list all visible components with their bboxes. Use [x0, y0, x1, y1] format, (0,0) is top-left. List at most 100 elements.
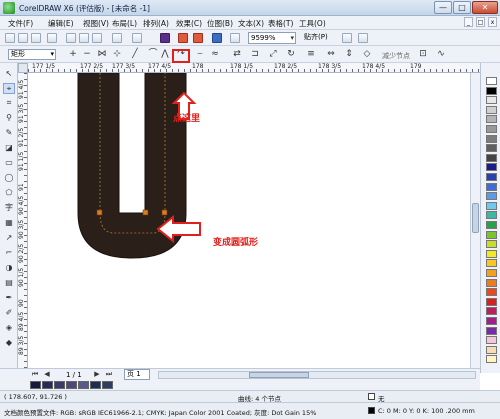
vertical-scroll-thumb[interactable] [472, 203, 479, 233]
crop-tool-icon[interactable]: ⌗ [3, 98, 15, 109]
to-curve-icon[interactable]: ⌒ [148, 50, 158, 60]
paste-icon[interactable] [92, 33, 102, 43]
select-all-nodes-icon[interactable]: ⊡ [418, 50, 428, 60]
document-color-swatch[interactable] [78, 381, 89, 389]
rectangle-tool-icon[interactable]: ▭ [3, 158, 15, 169]
palette-swatch[interactable] [486, 317, 497, 325]
blend-tool-icon[interactable]: ◑ [3, 263, 15, 274]
menu-layout[interactable]: 布局(L) [112, 18, 137, 29]
close-button[interactable]: ✕ [472, 1, 498, 14]
doc-minimize-icon[interactable]: _ [464, 17, 473, 27]
fill-tool-icon[interactable]: ◈ [3, 323, 15, 334]
pick-tool-icon[interactable]: ↖ [3, 69, 15, 80]
menu-file[interactable]: 文件(F) [8, 18, 33, 29]
palette-swatch[interactable] [486, 115, 497, 124]
horizontal-scrollbar[interactable] [158, 371, 476, 379]
undo-icon[interactable] [112, 33, 122, 43]
document-color-swatch[interactable] [102, 381, 113, 389]
publish-pdf-icon[interactable] [212, 33, 222, 43]
menu-bitmaps[interactable]: 位图(B) [207, 18, 233, 29]
eyedropper-tool-icon[interactable]: ✒ [3, 293, 15, 304]
palette-swatch[interactable] [486, 336, 497, 345]
to-line-icon[interactable]: ╱ [130, 50, 140, 60]
smooth-node-icon[interactable]: ⌣ [195, 50, 205, 60]
horizontal-ruler[interactable]: 177 1/5 177 2/5 177 3/5 177 4/5 178 178 … [28, 63, 480, 73]
palette-swatch[interactable] [486, 125, 497, 133]
reverse-direction-icon[interactable]: ⇄ [232, 50, 242, 60]
drawing-canvas[interactable]: 点这里 变成圆弧形 [28, 73, 480, 368]
palette-swatch[interactable] [486, 269, 497, 277]
table-tool-icon[interactable]: ▦ [3, 218, 15, 229]
fill-swatch[interactable] [368, 393, 375, 400]
document-color-swatch[interactable] [54, 381, 65, 389]
text-tool-icon[interactable]: 字 [3, 203, 15, 214]
palette-swatch[interactable] [486, 211, 497, 220]
minimize-button[interactable]: — [434, 1, 452, 14]
stretch-nodes-icon[interactable]: ⤢ [268, 50, 278, 60]
palette-swatch[interactable] [486, 307, 497, 316]
first-page-icon[interactable]: ⏮ [30, 370, 40, 380]
palette-swatch[interactable] [486, 86, 497, 95]
application-launcher-icon[interactable] [230, 33, 240, 43]
freehand-tool-icon[interactable]: ✎ [3, 128, 15, 139]
outline-pen-icon[interactable]: ✐ [3, 308, 15, 319]
reflect-vertical-icon[interactable]: ⇕ [344, 50, 354, 60]
palette-swatch[interactable] [486, 144, 497, 153]
ellipse-tool-icon[interactable]: ◯ [3, 173, 15, 184]
vertical-ruler[interactable]: 91 4/5 91 3/5 91 2/5 91 1/5 91 90 4/5 90… [18, 73, 28, 368]
document-color-swatch[interactable] [30, 381, 41, 389]
shape-tool-icon[interactable]: ⌖ [3, 83, 15, 94]
object-type-select[interactable]: 矩形 [8, 49, 56, 60]
dimension-tool-icon[interactable]: ↗ [3, 233, 15, 244]
welcome-screen-icon[interactable] [358, 33, 368, 43]
cusp-node-icon[interactable]: ⋀ [160, 50, 170, 60]
copy-icon[interactable] [79, 33, 89, 43]
palette-swatch[interactable] [486, 192, 497, 201]
palette-swatch[interactable] [486, 134, 497, 143]
cut-icon[interactable] [66, 33, 76, 43]
smart-fill-icon[interactable]: ◪ [3, 143, 15, 154]
ruler-origin[interactable] [18, 63, 28, 73]
maximize-button[interactable]: □ [453, 1, 471, 14]
break-curve-icon[interactable]: ⊹ [112, 50, 122, 60]
rotate-nodes-icon[interactable]: ↻ [286, 50, 296, 60]
save-icon[interactable] [31, 33, 41, 43]
palette-swatch[interactable] [486, 288, 497, 297]
palette-swatch[interactable] [486, 297, 497, 306]
add-node-icon[interactable]: + [68, 50, 78, 60]
snap-to-menu[interactable]: 贴齐(P) [302, 32, 338, 44]
menu-text[interactable]: 文本(X) [238, 18, 264, 29]
palette-swatch[interactable] [486, 230, 497, 239]
palette-swatch[interactable] [486, 240, 497, 249]
transparency-tool-icon[interactable]: ▤ [3, 278, 15, 289]
next-page-icon[interactable]: ▶ [92, 370, 102, 380]
palette-swatch[interactable] [486, 201, 497, 210]
reflect-horizontal-icon[interactable]: ⇔ [326, 50, 336, 60]
prev-page-icon[interactable]: ◀ [42, 370, 52, 380]
palette-swatch[interactable] [486, 163, 497, 172]
document-color-swatch[interactable] [42, 381, 53, 389]
horizontal-scroll-thumb[interactable] [249, 372, 309, 378]
palette-swatch[interactable] [486, 77, 497, 85]
palette-swatch[interactable] [486, 249, 497, 258]
menu-view[interactable]: 视图(V) [83, 18, 109, 29]
redo-icon[interactable] [132, 33, 142, 43]
menu-edit[interactable]: 编辑(E) [48, 18, 74, 29]
elastic-mode-icon[interactable]: ◇ [362, 50, 372, 60]
menu-arrange[interactable]: 排列(A) [143, 18, 169, 29]
import-icon[interactable] [178, 33, 188, 43]
palette-swatch[interactable] [486, 221, 497, 229]
palette-swatch[interactable] [486, 96, 497, 105]
palette-swatch[interactable] [486, 355, 497, 364]
menu-table[interactable]: 表格(T) [268, 18, 293, 29]
symmetrical-node-icon[interactable]: ≈ [210, 50, 220, 60]
new-document-icon[interactable] [5, 33, 15, 43]
delete-node-icon[interactable]: − [82, 50, 92, 60]
doc-restore-icon[interactable]: □ [476, 17, 485, 27]
palette-swatch[interactable] [486, 278, 497, 287]
print-icon[interactable] [47, 33, 57, 43]
join-nodes-icon[interactable]: ⋈ [97, 50, 107, 60]
zoom-tool-icon[interactable]: ⚲ [3, 113, 15, 124]
interactive-fill-icon[interactable]: ◆ [3, 338, 15, 349]
options-icon[interactable] [342, 33, 352, 43]
